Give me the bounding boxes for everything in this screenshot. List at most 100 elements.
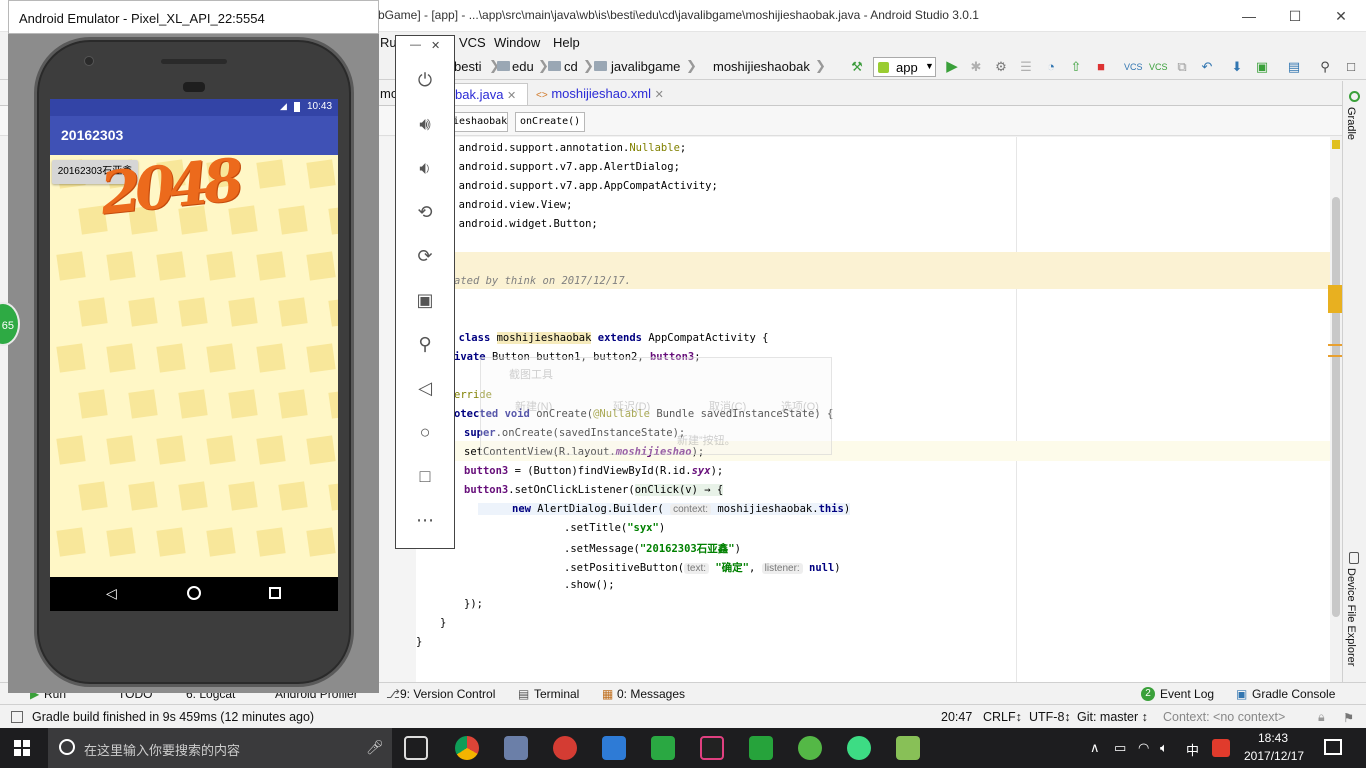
caret-position[interactable]: 20:47 — [941, 710, 972, 724]
highlight-marker[interactable] — [1328, 285, 1342, 313]
signal-icon: ◢ — [280, 101, 287, 111]
ime-indicator[interactable]: 中 — [1186, 740, 1199, 759]
zoom-icon[interactable]: ⚲ — [410, 329, 440, 359]
camera-icon[interactable]: ▣ — [410, 285, 440, 315]
action-center-icon[interactable] — [1324, 739, 1342, 755]
breadcrumb-separator: ❯ — [583, 58, 594, 73]
tool-version-control[interactable]: 9: Version Control — [400, 687, 495, 701]
volume-down-icon[interactable]: 🔉︎ — [410, 153, 440, 183]
breadcrumb-class[interactable]: moshijieshaobak — [713, 59, 810, 74]
usage-marker[interactable] — [1328, 355, 1342, 357]
project-structure-icon[interactable]: ▤ — [1286, 59, 1302, 75]
editor-scrollbar[interactable] — [1328, 137, 1342, 682]
chrome-icon[interactable] — [455, 736, 479, 760]
tool-messages[interactable]: 0: Messages — [617, 687, 685, 701]
clock-time[interactable]: 18:43 — [1258, 731, 1288, 745]
overview-icon[interactable]: □ — [410, 461, 440, 491]
microphone-icon[interactable]: 🎤︎ — [366, 739, 384, 756]
menu-vcs[interactable]: VCS — [459, 35, 486, 50]
back-icon[interactable]: ◁ — [410, 373, 440, 403]
file-encoding[interactable]: UTF-8↕ — [1029, 710, 1071, 724]
help-icon[interactable]: □ — [1343, 59, 1359, 75]
search-icon[interactable]: ⚲ — [1317, 59, 1333, 75]
git-branch[interactable]: Git: master ↕ — [1077, 710, 1148, 724]
structure-method[interactable]: onCreate() — [515, 112, 586, 132]
device-file-explorer-button[interactable]: Device File Explorer — [1345, 568, 1357, 666]
make-project-icon[interactable]: ⚒ — [849, 59, 865, 75]
breadcrumb-javalibgame[interactable]: javalibgame — [611, 59, 680, 74]
power-icon[interactable]: ⏻︎ — [410, 65, 440, 95]
tab-moshijieshaobak-java[interactable]: bak.java ✕ — [448, 83, 528, 105]
revert-icon[interactable]: ↶ — [1199, 59, 1215, 75]
tab-moshijieshao-xml[interactable]: <> moshijieshao.xml ✕ — [530, 83, 670, 105]
run-icon[interactable]: ▶ — [944, 59, 960, 75]
coverage-icon[interactable]: ☰ — [1018, 59, 1034, 75]
taskbar-search[interactable]: 在这里输入你要搜索的内容 🎤︎ — [48, 728, 392, 768]
tool-terminal[interactable]: Terminal — [534, 687, 579, 701]
breadcrumb-besti[interactable]: besti — [454, 59, 481, 74]
sdk-manager-icon[interactable]: ⬇ — [1229, 59, 1245, 75]
netease-music-icon[interactable] — [553, 736, 577, 760]
wifi-icon[interactable]: ◠ — [1138, 740, 1149, 756]
inspector-icon[interactable]: ⚑ — [1343, 710, 1354, 725]
vcs-commit-icon[interactable]: VCS — [1149, 59, 1168, 75]
snipping-tool-icon[interactable] — [504, 736, 528, 760]
volume-icon[interactable]: 🔈︎ — [1160, 740, 1168, 756]
apply-changes-icon[interactable]: ⇧ — [1068, 59, 1084, 75]
minimize-icon[interactable]: — — [410, 39, 421, 51]
volume-up-icon[interactable]: 🔊︎ — [410, 109, 440, 139]
more-icon[interactable]: ⋯ — [410, 505, 440, 535]
minimize-icon[interactable]: — — [1226, 0, 1272, 32]
status-message[interactable]: Gradle build finished in 9s 459ms (12 mi… — [32, 710, 314, 724]
iqiyi-icon[interactable] — [651, 736, 675, 760]
bug-icon[interactable]: ⚙ — [993, 59, 1009, 75]
maximize-icon[interactable]: ☐ — [1272, 0, 1318, 32]
usage-marker[interactable] — [1328, 344, 1342, 346]
close-icon[interactable]: ✕ — [1318, 0, 1364, 32]
lock-icon[interactable]: 🔒︎ — [1318, 710, 1325, 725]
menu-help[interactable]: Help — [553, 35, 580, 50]
show-hidden-icons[interactable]: ∧ — [1090, 740, 1100, 756]
rotate-right-icon[interactable]: ⟳ — [410, 241, 440, 271]
debug-icon[interactable]: ✱ — [968, 59, 984, 75]
close-icon[interactable]: ✕ — [655, 89, 664, 101]
rotate-left-icon[interactable]: ⟲ — [410, 197, 440, 227]
tool-gradle-console[interactable]: Gradle Console — [1252, 687, 1335, 701]
stop-icon[interactable]: ■ — [1093, 59, 1109, 75]
close-icon[interactable]: ✕ — [431, 39, 440, 52]
profile-icon[interactable]: ◔ — [1043, 59, 1059, 75]
scroll-thumb[interactable] — [1332, 197, 1340, 617]
pattern-square — [206, 527, 236, 557]
recents-icon[interactable] — [269, 587, 281, 599]
avd-manager-icon[interactable]: ▣ — [1254, 59, 1270, 75]
vcs-update-icon[interactable]: VCS — [1124, 59, 1143, 75]
close-icon[interactable]: ✕ — [507, 90, 516, 102]
evernote-icon[interactable] — [749, 736, 773, 760]
back-icon[interactable]: ◁ — [106, 585, 117, 602]
menu-window[interactable]: Window — [494, 35, 540, 50]
home-icon[interactable] — [187, 586, 201, 600]
android-studio-icon[interactable] — [847, 736, 871, 760]
compare-icon[interactable]: ⧉ — [1174, 59, 1190, 75]
feishu-icon[interactable] — [602, 736, 626, 760]
emulator-icon[interactable] — [896, 736, 920, 760]
task-view-icon[interactable] — [404, 736, 428, 760]
line-separator[interactable]: CRLF↕ — [983, 710, 1022, 724]
structure-class[interactable]: ieshaobak — [448, 112, 508, 132]
tool-event-log[interactable]: Event Log — [1160, 687, 1214, 701]
battery-tray-icon[interactable]: ▭ — [1114, 740, 1126, 756]
windows-start-icon[interactable] — [14, 740, 30, 756]
sogou-icon[interactable] — [1212, 739, 1230, 757]
run-config-select[interactable]: app ▼ — [873, 57, 936, 77]
gradle-tool-button[interactable]: Gradle — [1345, 107, 1357, 140]
toggle-tool-windows-icon[interactable] — [11, 711, 23, 723]
wechat-icon[interactable] — [798, 736, 822, 760]
intellij-icon[interactable] — [700, 736, 724, 760]
warning-marker[interactable] — [1332, 140, 1340, 149]
breadcrumb-cd[interactable]: cd — [564, 59, 578, 74]
home-icon[interactable]: ○ — [410, 417, 440, 447]
device-screen[interactable]: ◢ 10:43 20162303 20162303石亚鑫 2048 ◁ — [50, 99, 338, 611]
breadcrumb-edu[interactable]: edu — [512, 59, 534, 74]
windows-taskbar: 在这里输入你要搜索的内容 🎤︎ ∧ ▭ ◠ 🔈︎ 中 18:43 2017/12… — [0, 728, 1366, 768]
clock-date[interactable]: 2017/12/17 — [1244, 749, 1304, 763]
